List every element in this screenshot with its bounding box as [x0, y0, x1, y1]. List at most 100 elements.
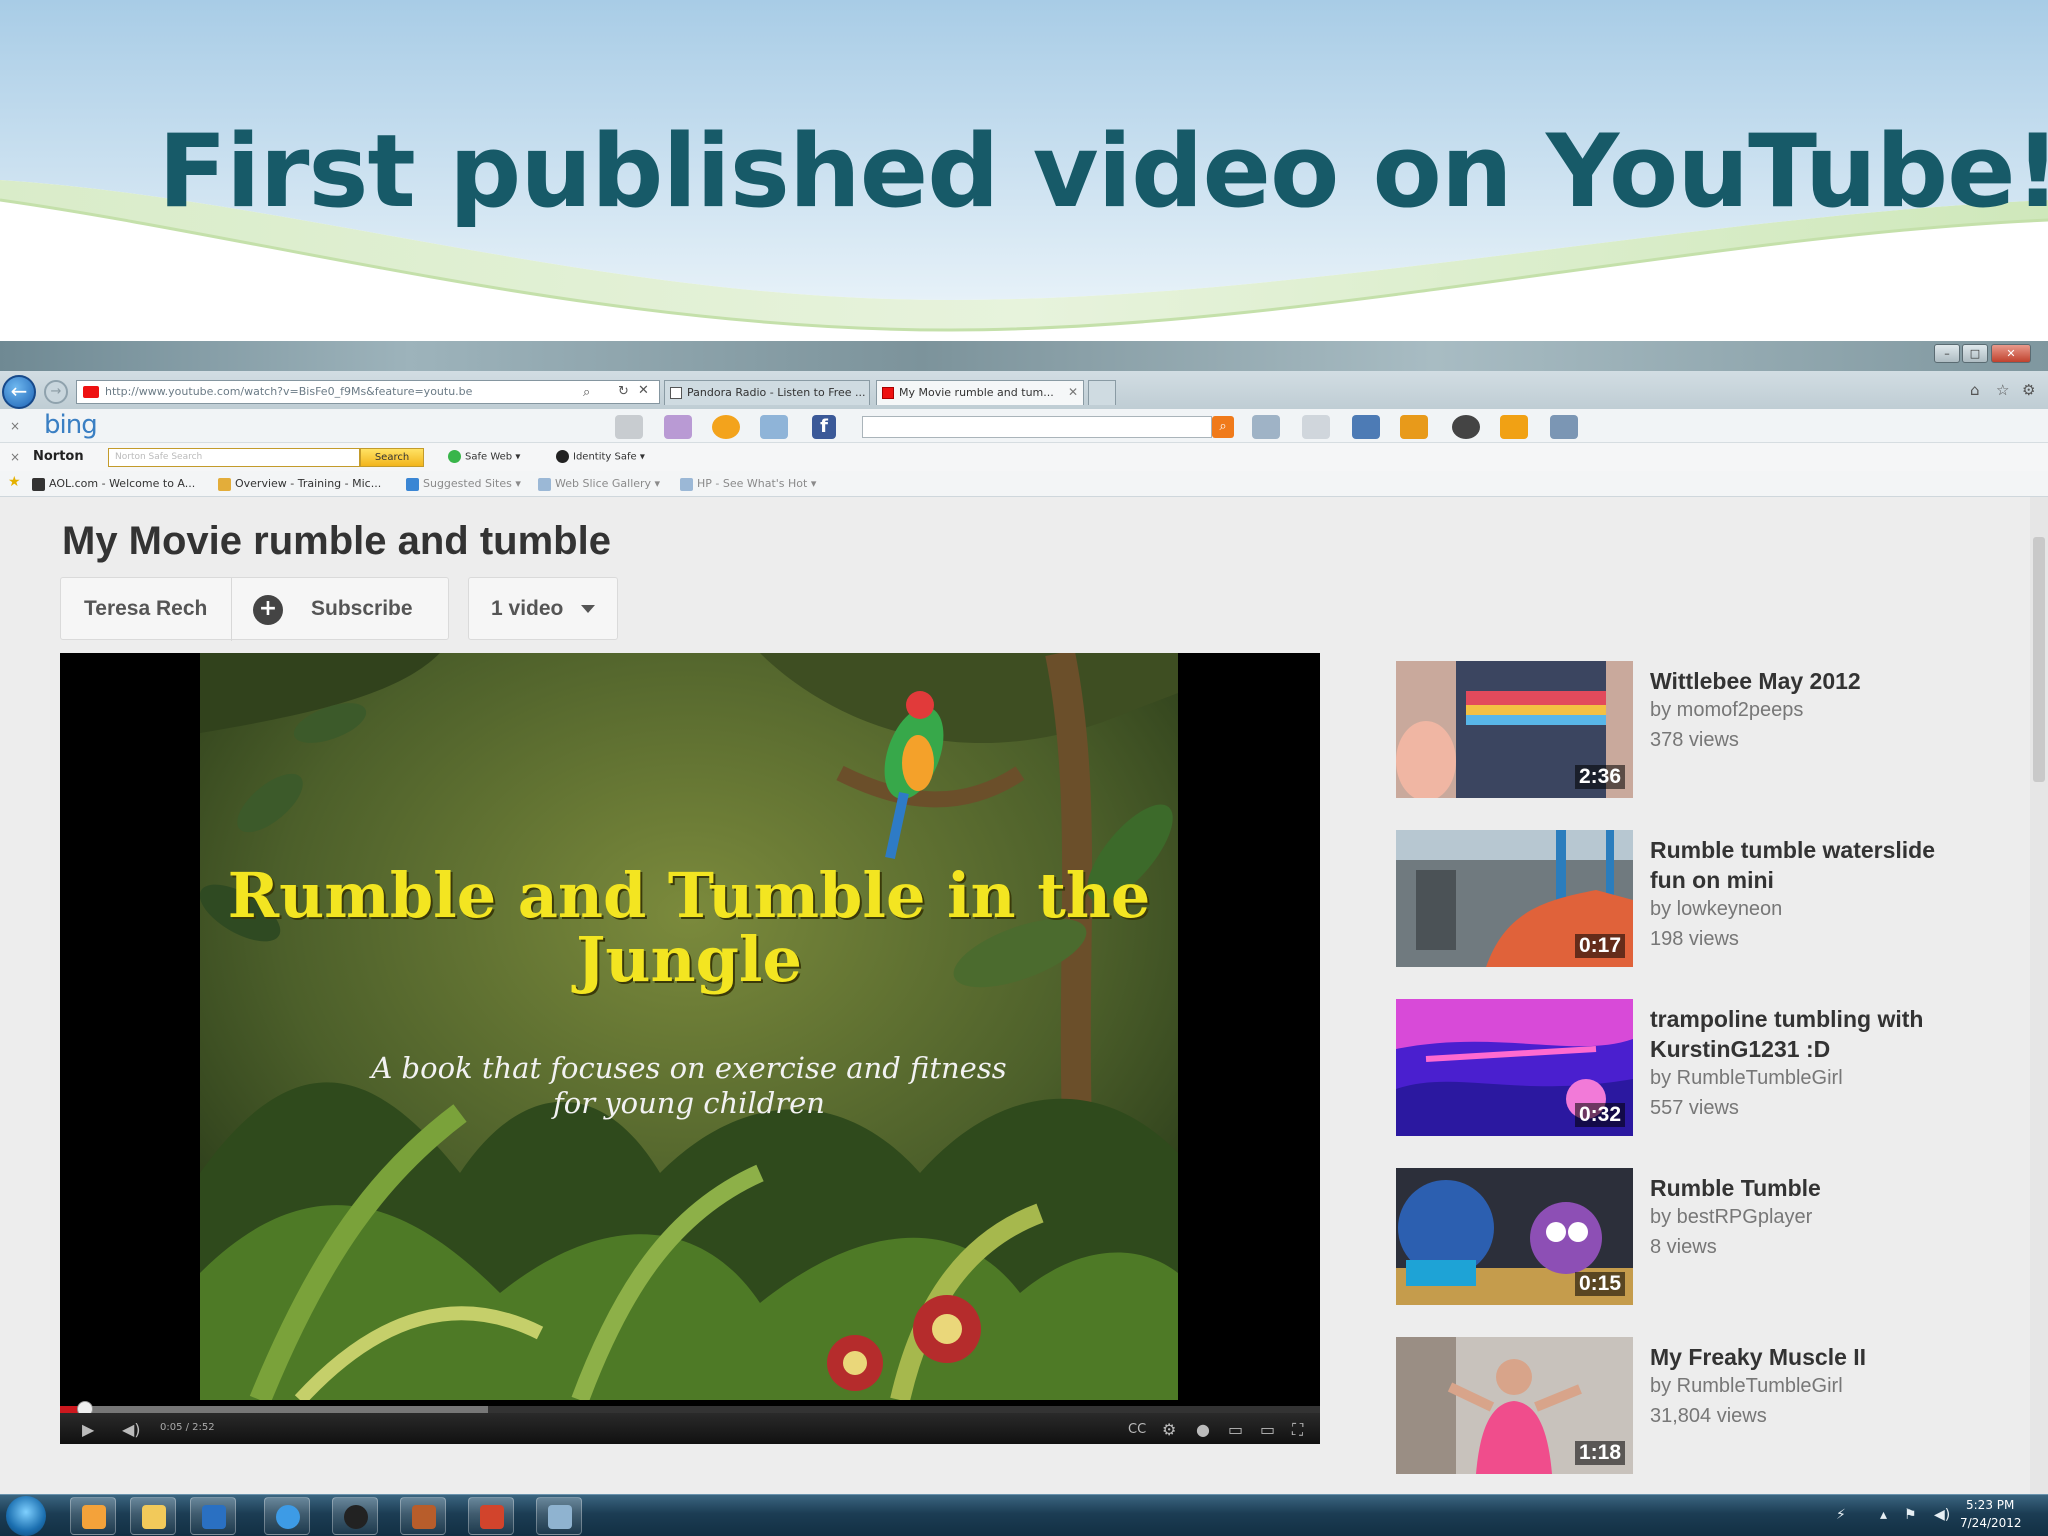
fullscreen-icon[interactable]: ⛶	[1292, 1420, 1303, 1440]
settings-icon[interactable]	[1550, 415, 1578, 439]
volume-icon[interactable]: ◀)	[122, 1420, 141, 1439]
related-video[interactable]: 0:32 trampoline tumbling with KurstinG12…	[1396, 999, 1996, 1139]
play-icon[interactable]: ▶	[82, 1420, 94, 1439]
related-video[interactable]: 0:17 Rumble tumble waterslide fun on min…	[1396, 830, 1996, 970]
related-video-title[interactable]: Rumble Tumble	[1650, 1173, 1970, 1203]
bing-toolbar: × bing f ⌕	[0, 409, 2048, 443]
related-video-author[interactable]: by bestRPGplayer	[1650, 1206, 1812, 1229]
maximize-button[interactable]: □	[1962, 344, 1988, 363]
scrollbar-thumb[interactable]	[2033, 537, 2045, 782]
norton-search-button[interactable]: Search	[360, 448, 424, 467]
video-frame[interactable]: Rumble and Tumble in the Jungle A book t…	[200, 653, 1178, 1400]
weather-cloud-icon[interactable]	[760, 415, 788, 439]
window-titlebar: – □ ✕	[0, 341, 2048, 371]
news-icon[interactable]	[1500, 415, 1528, 439]
related-video-author[interactable]: by RumbleTumbleGirl	[1650, 1375, 1843, 1398]
video-duration: 0:17	[1575, 934, 1626, 958]
related-video[interactable]: 1:18 My Freaky Muscle II by RumbleTumble…	[1396, 1337, 1996, 1477]
search-icon[interactable]: ⌕	[583, 385, 590, 400]
chat-icon[interactable]	[1352, 415, 1380, 439]
aol-icon	[32, 477, 45, 491]
channel-name[interactable]: Teresa Rech	[84, 597, 207, 621]
refresh-icon[interactable]: ↻	[618, 384, 629, 399]
action-center-icon[interactable]: ⚑	[1904, 1507, 1917, 1523]
new-tab-button[interactable]	[1088, 380, 1116, 405]
bing-search-input[interactable]	[862, 416, 1212, 438]
home-icon[interactable]: ⌂	[1970, 381, 1980, 399]
settings-gear-icon[interactable]: ⚙	[1162, 1420, 1176, 1439]
volume-tray-icon[interactable]: ◀)	[1934, 1507, 1950, 1523]
tab-pandora[interactable]: Pandora Radio - Listen to Free ...	[664, 380, 870, 405]
taskbar-app[interactable]	[190, 1497, 236, 1535]
identity-safe-menu[interactable]: Identity Safe ▾	[556, 450, 645, 463]
search-tools-icon[interactable]	[1400, 415, 1428, 439]
address-bar[interactable]: http://www.youtube.com/watch?v=BisFe0_f9…	[76, 380, 660, 404]
maps-icon[interactable]	[664, 415, 692, 439]
close-window-button[interactable]: ✕	[1991, 344, 2031, 363]
clock-date[interactable]: 7/24/2012	[1960, 1516, 2022, 1530]
taskbar-app[interactable]	[468, 1497, 514, 1535]
subscribe-plus-icon[interactable]: +	[253, 595, 283, 625]
minimize-button[interactable]: –	[1934, 344, 1960, 363]
related-video-author[interactable]: by momof2peeps	[1650, 699, 1803, 722]
annotations-icon[interactable]: ●	[1196, 1420, 1210, 1439]
related-video-title[interactable]: My Freaky Muscle II	[1650, 1342, 1970, 1372]
show-hidden-icon[interactable]: ▴	[1880, 1507, 1887, 1523]
tab-close-icon[interactable]: ✕	[1068, 381, 1078, 404]
taskbar-app[interactable]	[536, 1497, 582, 1535]
large-player-icon[interactable]: ▭	[1260, 1420, 1275, 1439]
video-subtitle-line: A book that focuses on exercise and fitn…	[371, 1051, 1007, 1085]
forward-button[interactable]: →	[44, 380, 68, 404]
weather-sun-icon[interactable]	[712, 415, 740, 439]
tools-gear-icon[interactable]: ⚙	[2022, 381, 2035, 399]
favorite-link[interactable]: Overview - Training - Mic...	[218, 477, 381, 491]
games-icon[interactable]	[1452, 415, 1480, 439]
related-video-title[interactable]: Rumble tumble waterslide fun on mini	[1650, 835, 1970, 895]
close-toolbar-icon[interactable]: ×	[10, 450, 20, 464]
start-button[interactable]	[6, 1496, 46, 1536]
like-icon[interactable]	[1252, 415, 1280, 439]
videos-count-label: 1 video	[491, 597, 564, 620]
facebook-icon[interactable]: f	[812, 415, 836, 439]
player-controls: ▶ ◀) 0:05 / 2:52 CC ⚙ ● ▭ ▭ ⛶	[60, 1413, 1320, 1444]
translate-icon[interactable]	[615, 415, 643, 439]
slide-title: First published video on YouTube!	[158, 112, 2048, 230]
safe-web-menu[interactable]: Safe Web ▾	[448, 450, 520, 463]
captions-icon[interactable]: CC	[1128, 1422, 1146, 1437]
related-video-views: 31,804 views	[1650, 1405, 1767, 1427]
favorite-link-label: Web Slice Gallery	[555, 477, 652, 490]
clock-time[interactable]: 5:23 PM	[1966, 1498, 2014, 1512]
related-video-author[interactable]: by lowkeyneon	[1650, 898, 1782, 921]
related-video[interactable]: 0:15 Rumble Tumble by bestRPGplayer 8 vi…	[1396, 1168, 1996, 1308]
close-toolbar-icon[interactable]: ×	[10, 419, 20, 433]
taskbar-app[interactable]	[130, 1497, 176, 1535]
related-video[interactable]: 2:36 Wittlebee May 2012 by momof2peeps 3…	[1396, 661, 1996, 801]
favorite-link[interactable]: AOL.com - Welcome to A...	[32, 477, 195, 491]
tab-youtube-video[interactable]: My Movie rumble and tum... ✕	[876, 380, 1084, 405]
subscribe-button[interactable]: Subscribe	[311, 597, 413, 621]
related-video-author[interactable]: by RumbleTumbleGirl	[1650, 1067, 1843, 1090]
network-tray-icon[interactable]: ⚡	[1836, 1507, 1846, 1523]
small-player-icon[interactable]: ▭	[1228, 1420, 1243, 1439]
taskbar-app[interactable]	[70, 1497, 116, 1535]
stop-icon[interactable]: ✕	[638, 383, 649, 398]
related-video-title[interactable]: trampoline tumbling with KurstinG1231 :D	[1650, 1004, 1970, 1064]
taskbar-app[interactable]	[264, 1497, 310, 1535]
channel-videos-dropdown[interactable]: 1 video	[468, 577, 618, 640]
favorite-link[interactable]: Web Slice Gallery ▾	[538, 477, 660, 491]
page-scrollbar[interactable]	[2030, 497, 2048, 1497]
favorite-link[interactable]: Suggested Sites ▾	[406, 477, 521, 491]
favorites-star-icon[interactable]: ☆	[1996, 381, 2009, 399]
favorite-link[interactable]: HP - See What's Hot ▾	[680, 477, 816, 491]
bing-search-button[interactable]: ⌕	[1212, 416, 1234, 438]
taskbar-app[interactable]	[332, 1497, 378, 1535]
favorites-star-icon[interactable]: ★	[8, 474, 21, 490]
norton-search-input[interactable]: Norton Safe Search	[108, 448, 360, 467]
related-video-views: 378 views	[1650, 729, 1739, 751]
seek-bar[interactable]	[60, 1401, 1320, 1417]
taskbar-app[interactable]	[400, 1497, 446, 1535]
back-button[interactable]: ←	[2, 375, 36, 409]
video-player[interactable]: Rumble and Tumble in the Jungle A book t…	[60, 653, 1320, 1444]
tag-icon[interactable]	[1302, 415, 1330, 439]
related-video-title[interactable]: Wittlebee May 2012	[1650, 666, 1970, 696]
